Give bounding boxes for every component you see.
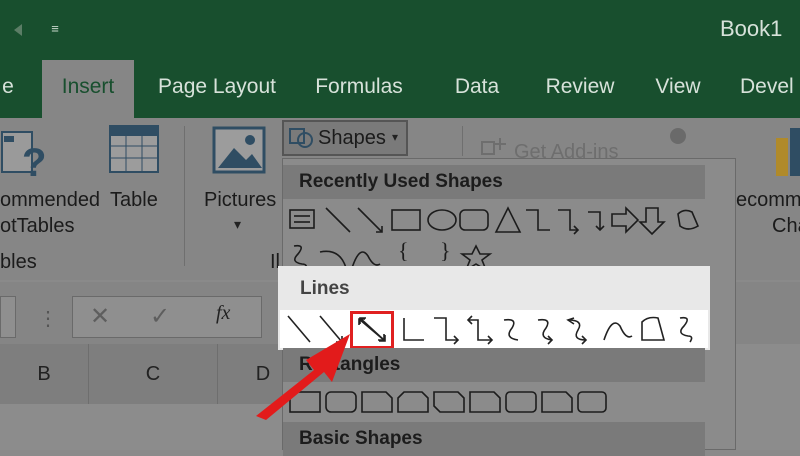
tab-developer[interactable]: Devel [740,60,800,118]
table-button[interactable]: Table [110,186,158,214]
tab-insert[interactable]: Insert [42,60,134,118]
tab-review[interactable]: Review [538,60,622,118]
group-divider [462,126,463,156]
enter-icon[interactable]: ✓ [150,302,170,331]
recommended-charts-label-1: ecomm [736,189,800,211]
shapes-icon [288,125,314,151]
pictures-icon[interactable] [212,126,266,176]
section-header-lines: Lines [280,268,708,310]
pictures-button[interactable]: Pictures [204,186,276,214]
pictures-dropdown-icon[interactable]: ▾ [234,216,241,233]
group-divider [184,126,185,266]
title-bar [0,0,800,60]
tab-page-layout[interactable]: Page Layout [150,60,284,118]
tab-data[interactable]: Data [446,60,508,118]
shapes-dropdown-icon: ▾ [392,130,399,144]
column-header-C[interactable]: C [89,344,218,404]
left-brace-shape[interactable]: { [398,238,409,264]
tab-formulas[interactable]: Formulas [300,60,418,118]
group-label-tables: bles [0,251,37,273]
section-header-recently-used: Recently Used Shapes [283,165,705,199]
quick-access-dropdown-icon[interactable]: ≡ [48,22,62,36]
insert-function-button[interactable]: fx [216,302,230,325]
name-box[interactable] [0,296,16,338]
people-graph-icon[interactable] [664,126,694,154]
tab-view[interactable]: View [648,60,708,118]
right-brace-shape[interactable]: } [440,238,451,264]
column-header-B[interactable]: B [0,344,89,404]
formula-bar-grip-icon: ⋮ [38,308,58,330]
table-icon[interactable] [108,124,160,176]
undo-icon[interactable] [10,22,34,38]
tab-home[interactable]: e [0,60,16,118]
workbook-title: Book1 [720,16,783,41]
recommended-pivot-label-1: ommended [0,189,101,211]
annotation-arrow-icon [250,330,370,420]
shapes-label: Shapes [318,127,386,149]
recommended-pivot-label-2: otTables [0,215,75,237]
recommended-pivot-icon[interactable]: ? [0,128,50,185]
recommended-charts-icon[interactable] [774,128,800,176]
recommended-charts-label-2: Cha [772,215,800,237]
svg-text:?: ? [22,141,46,182]
recent-shapes-row-1 [288,204,708,236]
cancel-icon[interactable]: ✕ [90,302,110,331]
section-header-basic-shapes: Basic Shapes [283,422,705,456]
